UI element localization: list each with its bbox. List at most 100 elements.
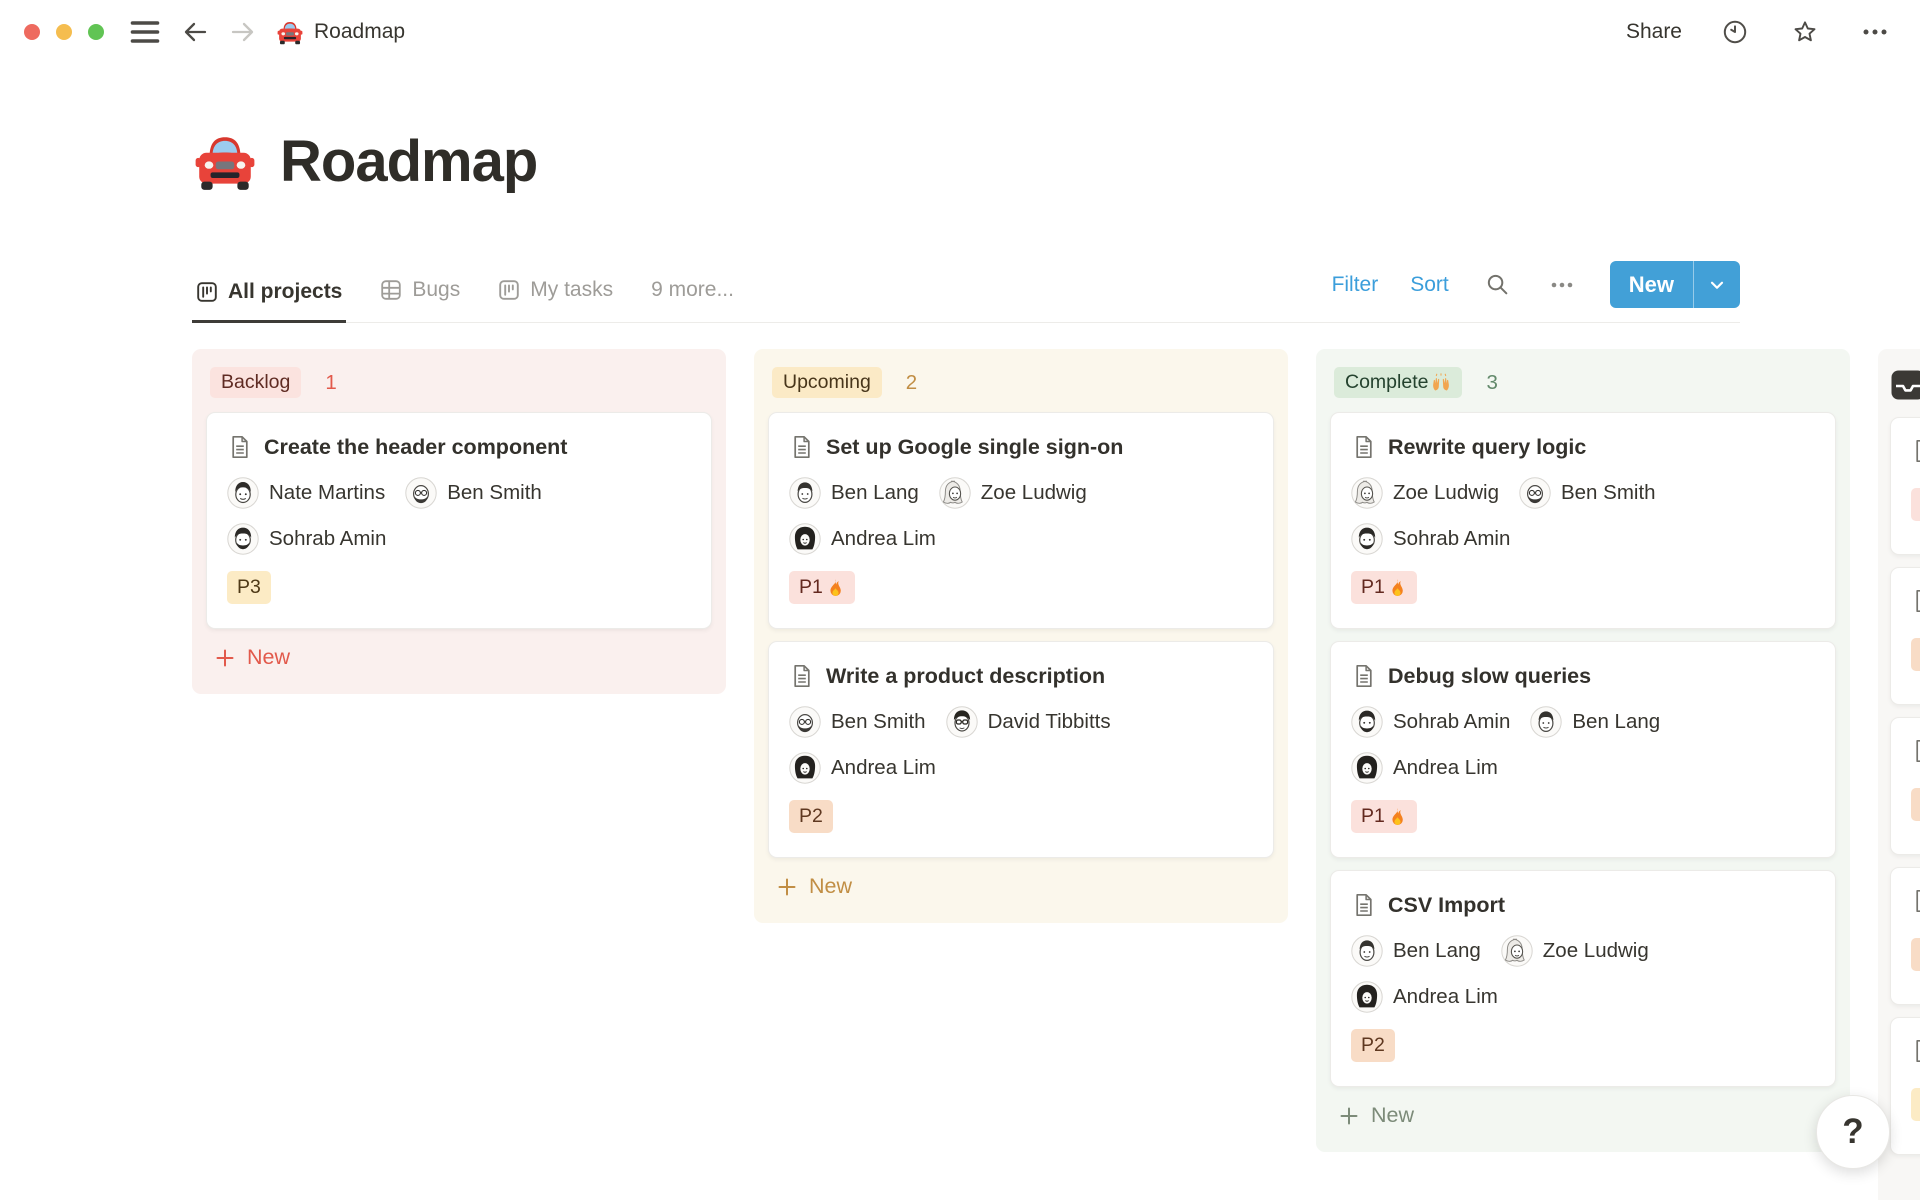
table-view-icon	[380, 279, 402, 301]
page-icon	[1911, 888, 1920, 914]
avatar	[227, 477, 259, 509]
avatar	[789, 752, 821, 784]
zoom-window-button[interactable]	[88, 24, 104, 40]
new-button[interactable]: New	[1609, 261, 1740, 308]
view-tabbar: All projects Bugs My tasks 9 more... Fil…	[192, 261, 1740, 323]
column-title-chip[interactable]: Upcoming	[772, 367, 882, 398]
car-icon	[276, 19, 304, 46]
person: Ben Smith	[405, 477, 542, 509]
forward-icon[interactable]	[226, 16, 260, 48]
tab-my-tasks[interactable]: My tasks	[494, 264, 617, 322]
inbox-icon	[1890, 369, 1920, 401]
person: Andrea Lim	[789, 523, 936, 555]
avatar	[1519, 477, 1551, 509]
avatar	[1351, 706, 1383, 738]
card[interactable]: P	[1890, 417, 1920, 555]
person: Andrea Lim	[1351, 981, 1498, 1013]
avatar	[1351, 523, 1383, 555]
column-complete: Complete 3 Rewrite query logic Zoe Ludwi…	[1316, 349, 1850, 1152]
avatar	[1351, 752, 1383, 784]
filter-button[interactable]: Filter	[1332, 273, 1379, 297]
avatar	[789, 523, 821, 555]
avatar	[405, 477, 437, 509]
window-titlebar: Roadmap Share	[0, 0, 1920, 64]
add-card-button[interactable]: New	[214, 645, 290, 670]
close-window-button[interactable]	[24, 24, 40, 40]
page-icon	[1911, 1038, 1920, 1064]
priority-tag: P	[1911, 938, 1920, 971]
person: Andrea Lim	[1351, 752, 1498, 784]
page-icon	[1351, 434, 1377, 460]
card[interactable]: Set up Google single sign-on Ben Lang Zo…	[768, 412, 1274, 629]
avatar	[1530, 706, 1563, 738]
page-icon	[227, 434, 253, 460]
fire-icon	[1388, 807, 1407, 826]
page-icon	[1911, 588, 1920, 614]
person: Ben Smith	[1519, 477, 1656, 509]
person: Andrea Lim	[789, 752, 936, 784]
person: Sohrab Amin	[227, 523, 386, 555]
avatar	[1351, 477, 1383, 509]
breadcrumb-label: Roadmap	[314, 20, 406, 43]
tab-bugs[interactable]: Bugs	[376, 264, 464, 322]
priority-tag: P2	[1351, 1029, 1395, 1062]
column-title-chip[interactable]: Backlog	[210, 367, 302, 398]
new-button-label[interactable]: New	[1610, 261, 1693, 308]
share-button[interactable]: Share	[1626, 20, 1682, 44]
chevron-down-icon[interactable]	[1694, 261, 1740, 308]
raised-hands-icon	[1431, 373, 1451, 392]
person: Nate Martins	[227, 477, 385, 509]
sidebar-menu-icon[interactable]	[126, 15, 164, 49]
card[interactable]: P	[1890, 1017, 1920, 1155]
page-icon	[789, 434, 815, 460]
search-icon[interactable]	[1481, 268, 1514, 301]
board-view-icon	[196, 281, 218, 303]
avatar	[789, 477, 821, 509]
car-icon	[192, 130, 258, 194]
card[interactable]: CSV Import Ben Lang Zoe Ludwig Andrea Li…	[1330, 870, 1836, 1087]
priority-tag: P	[1911, 488, 1920, 521]
back-icon[interactable]	[178, 16, 212, 48]
person: Sohrab Amin	[1351, 523, 1510, 555]
priority-tag: P1	[1351, 571, 1417, 604]
priority-tag: P	[1911, 1088, 1920, 1121]
breadcrumb[interactable]: Roadmap	[276, 19, 405, 46]
card[interactable]: Rewrite query logic Zoe Ludwig Ben Smith…	[1330, 412, 1836, 629]
page-icon	[1911, 438, 1920, 464]
priority-tag: P	[1911, 788, 1920, 821]
clock-icon[interactable]	[1718, 15, 1752, 49]
card[interactable]: P	[1890, 717, 1920, 855]
tab-more-views[interactable]: 9 more...	[647, 264, 738, 322]
card[interactable]: Debug slow queries Sohrab Amin Ben Lang …	[1330, 641, 1836, 858]
page-title: Roadmap	[280, 129, 538, 194]
priority-tag: P1	[789, 571, 855, 604]
add-card-button[interactable]: New	[1338, 1103, 1414, 1128]
view-options-ellipsis-icon[interactable]	[1546, 277, 1578, 293]
card[interactable]: P	[1890, 567, 1920, 705]
avatar	[945, 706, 978, 738]
person: Ben Lang	[1530, 706, 1660, 738]
priority-tag: P1	[1351, 800, 1417, 833]
help-button[interactable]: ?	[1816, 1095, 1890, 1169]
add-card-button[interactable]: New	[776, 874, 852, 899]
avatar	[939, 477, 971, 509]
column-backlog: Backlog 1 Create the header component Na…	[192, 349, 726, 694]
minimize-window-button[interactable]	[56, 24, 72, 40]
person: David Tibbitts	[945, 706, 1111, 738]
avatar	[1351, 935, 1383, 967]
plus-icon	[776, 876, 798, 898]
star-icon[interactable]	[1788, 15, 1822, 49]
person: Ben Smith	[789, 706, 926, 738]
ellipsis-icon[interactable]	[1858, 24, 1892, 40]
window-controls	[24, 24, 104, 40]
sort-button[interactable]: Sort	[1410, 273, 1449, 297]
column-title-chip[interactable]: Complete	[1334, 367, 1463, 398]
priority-tag: P3	[227, 571, 271, 604]
card[interactable]: Write a product description Ben Smith Da…	[768, 641, 1274, 858]
page-header: Roadmap	[192, 128, 1920, 195]
tab-all-projects[interactable]: All projects	[192, 266, 347, 323]
avatar	[227, 523, 259, 555]
card[interactable]: Create the header component Nate Martins…	[206, 412, 712, 629]
card[interactable]: P	[1890, 867, 1920, 1005]
column-partial: P P P P P	[1878, 349, 1920, 1200]
